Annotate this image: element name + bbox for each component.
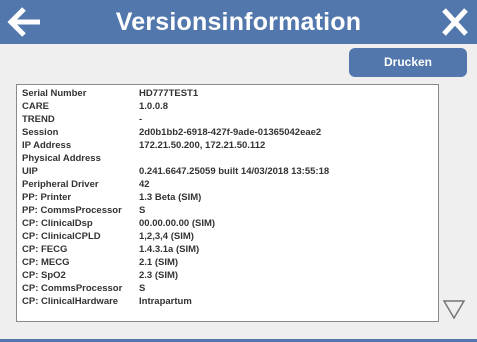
info-row: Physical Address (17, 153, 438, 164)
info-label: CP: ClinicalHardware (22, 296, 119, 307)
info-value: 1.3 Beta (SIM) (139, 192, 202, 203)
info-value: 172.21.50.200, 172.21.50.112 (139, 140, 266, 151)
info-value: 00.00.00.00 (SIM) (139, 218, 216, 229)
info-row: CP: FECG 1.4.3.1a (SIM) (17, 244, 438, 255)
info-row: PP: CommsProcessor S (17, 205, 438, 216)
info-row: IP Address 172.21.50.200, 172.21.50.112 (17, 140, 438, 151)
info-row: CP: MECG 2.1 (SIM) (17, 257, 438, 268)
info-value: 42 (139, 179, 150, 190)
triangle-down-icon (442, 300, 466, 320)
info-label: Peripheral Driver (22, 179, 99, 190)
info-label: TREND (22, 114, 55, 125)
info-row: CP: ClinicalDsp 00.00.00.00 (SIM) (17, 218, 438, 229)
print-button[interactable]: Drucken (349, 48, 467, 77)
info-label: PP: Printer (22, 192, 72, 203)
version-info-panel[interactable]: Serial Number HD777TEST1 CARE 1.0.0.8 TR… (16, 84, 439, 322)
info-value: Intrapartum (139, 296, 192, 307)
info-label: UIP (22, 166, 38, 177)
info-label: CARE (22, 101, 49, 112)
info-label: CP: FECG (22, 244, 68, 255)
close-button[interactable] (437, 5, 473, 39)
info-value: 1,2,3,4 (SIM) (139, 231, 194, 242)
info-label: CP: SpO2 (22, 270, 66, 281)
info-label: CP: MECG (22, 257, 70, 268)
info-value: 0.241.6647.25059 built 14/03/2018 13:55:… (139, 166, 330, 177)
info-value: S (139, 283, 146, 294)
info-label: Session (22, 127, 59, 138)
info-value: 1.0.0.8 (139, 101, 169, 112)
info-value: 2.1 (SIM) (139, 257, 179, 268)
info-value: 2.3 (SIM) (139, 270, 179, 281)
info-label: IP Address (22, 140, 72, 151)
info-row: Serial Number HD777TEST1 (17, 88, 438, 99)
info-row: PP: Printer 1.3 Beta (SIM) (17, 192, 438, 203)
close-icon (442, 8, 468, 36)
title-bar: Versionsinformation (0, 0, 477, 44)
info-row: CP: SpO2 2.3 (SIM) (17, 270, 438, 281)
info-label: Physical Address (22, 153, 101, 164)
info-label: Serial Number (22, 88, 87, 99)
info-value: - (139, 114, 143, 125)
info-row: CP: ClinicalCPLD 1,2,3,4 (SIM) (17, 231, 438, 242)
info-label: CP: ClinicalDsp (22, 218, 93, 229)
info-row: CP: CommsProcessor S (17, 283, 438, 294)
info-label: PP: CommsProcessor (22, 205, 122, 216)
info-label: CP: ClinicalCPLD (22, 231, 101, 242)
info-label: CP: CommsProcessor (22, 283, 123, 294)
info-value: 2d0b1bb2-6918-427f-9ade-01365042eae2 (139, 127, 322, 138)
window-title: Versionsinformation (115, 8, 362, 36)
scroll-down-button[interactable] (442, 298, 466, 320)
info-row: UIP 0.241.6647.25059 built 14/03/2018 13… (17, 166, 438, 177)
info-row: Peripheral Driver 42 (17, 179, 438, 190)
info-row: TREND - (17, 114, 438, 125)
info-row: Session 2d0b1bb2-6918-427f-9ade-01365042… (17, 127, 438, 138)
info-value: 1.4.3.1a (SIM) (139, 244, 200, 255)
info-value: HD777TEST1 (139, 88, 199, 99)
info-row: CARE 1.0.0.8 (17, 101, 438, 112)
info-row: CP: ClinicalHardware Intrapartum (17, 296, 438, 307)
info-value: S (139, 205, 146, 216)
